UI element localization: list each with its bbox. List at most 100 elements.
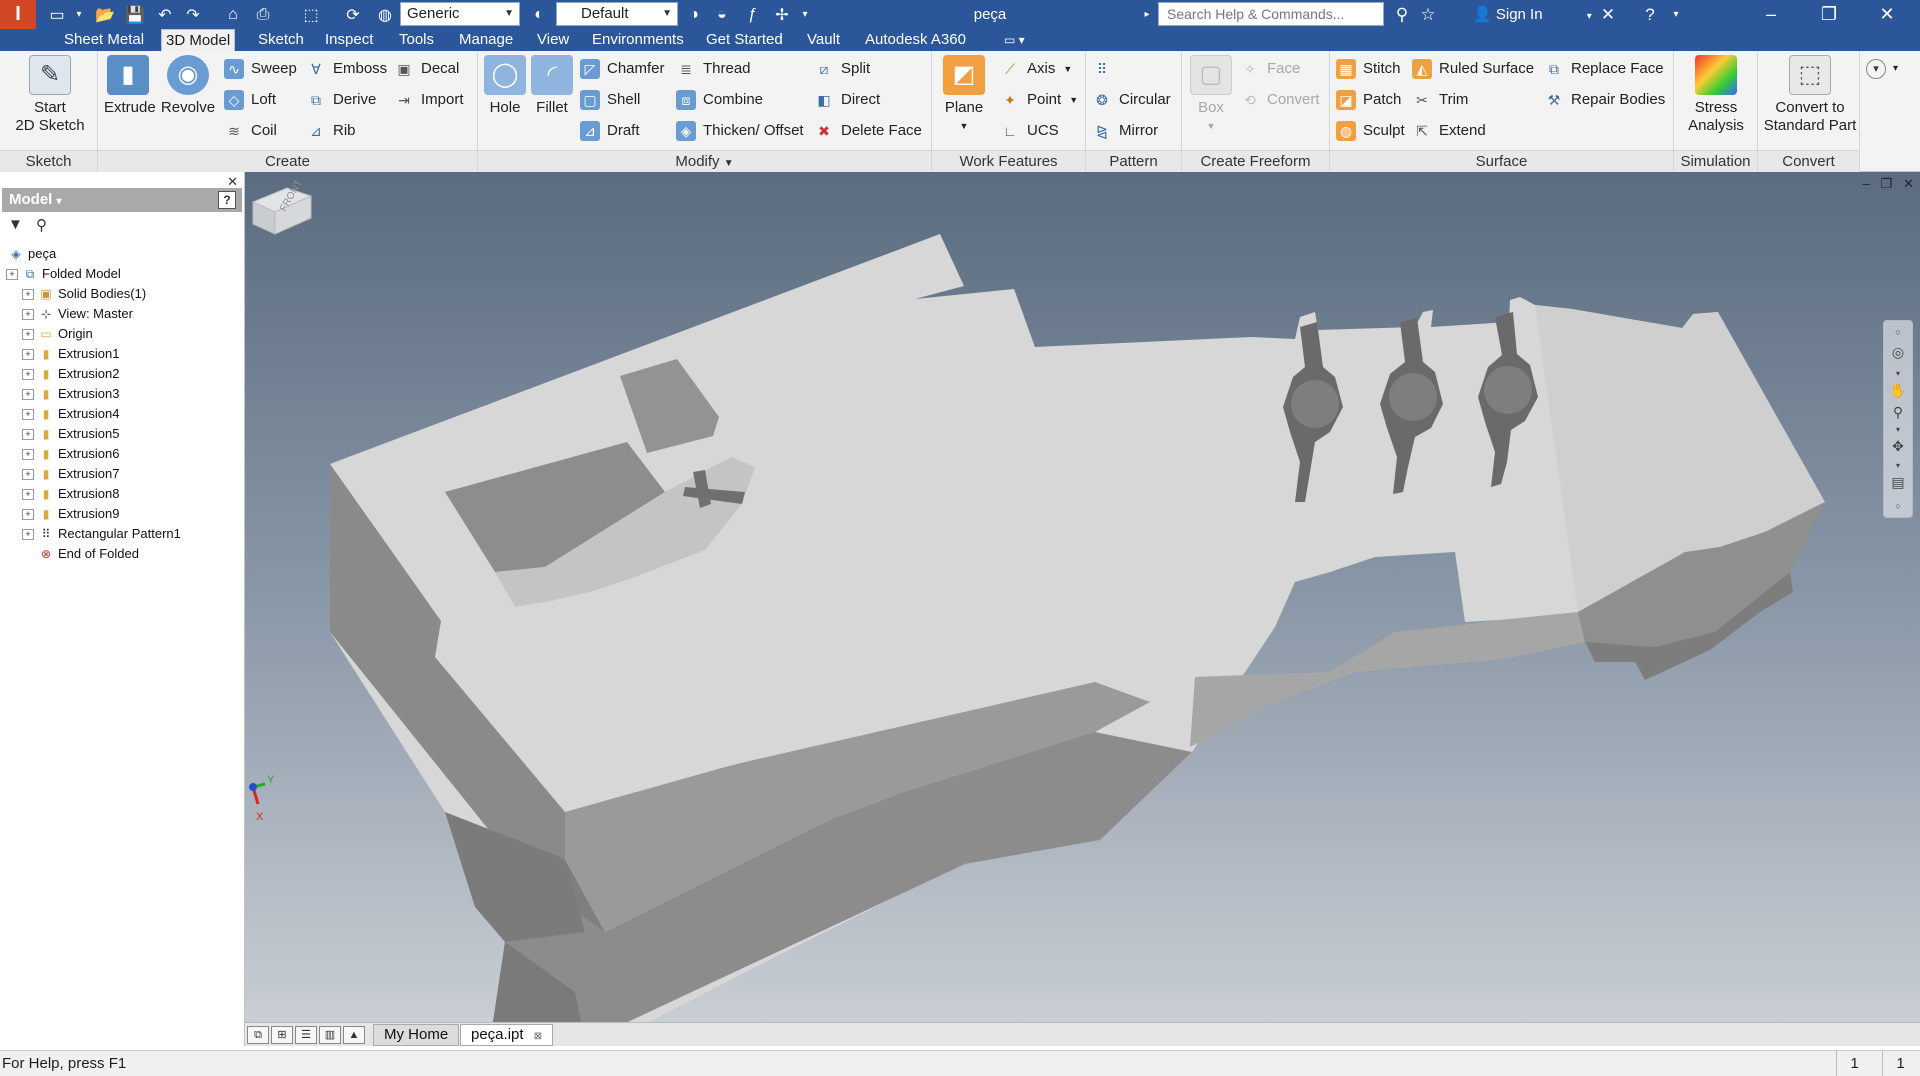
navbar-options-icon[interactable]: ○ [1889,497,1907,515]
tab-tools[interactable]: Tools [395,29,438,51]
graphics-viewport[interactable]: X Y – ❐ ✕ FRONT ○ ◎ ▾ ✋ ⚲ ▾ ✥ ▾ ▤ ○ [245,172,1920,1022]
find-binoculars-icon[interactable]: ⚲ [36,216,47,234]
search-expand-icon[interactable]: ▸ [1140,2,1154,27]
tree-expand-icon[interactable]: + [22,368,34,380]
sweep-button[interactable]: ∿ Sweep [224,57,297,81]
measure-icon[interactable]: ✢ [770,2,794,27]
trim-button[interactable]: ✂ Trim [1412,88,1468,112]
ucs-button[interactable]: ∟ UCS [1000,119,1059,143]
coil-button[interactable]: ≋ Coil [224,119,277,143]
import-button[interactable]: ⇥ Import [394,88,463,112]
tree-node[interactable]: ⊗ End of Folded [2,544,242,564]
tree-node[interactable]: + ▮ Extrusion5 [2,424,242,444]
exchange-apps-icon[interactable]: ✕ [1596,3,1620,26]
mirror-button[interactable]: ⧎ Mirror [1092,119,1158,143]
tree-expand-icon[interactable]: + [22,468,34,480]
chamfer-button[interactable]: ◸ Chamfer [580,57,665,81]
tree-node[interactable]: + ▮ Extrusion1 [2,344,242,364]
freeform-convert-button[interactable]: ⟲ Convert [1240,88,1319,112]
rectangular-pattern-button[interactable]: ⠿ [1092,57,1119,81]
customize-qat-icon[interactable]: ▾ [798,2,812,27]
tree-node[interactable]: + ⊹ View: Master [2,304,242,324]
tree-expand-icon[interactable]: + [22,308,34,320]
panel-title-modify[interactable]: Modify ▼ [478,150,931,172]
tree-node[interactable]: + ▮ Extrusion3 [2,384,242,404]
tab-3d-model[interactable]: 3D Model [161,29,236,51]
tab-environments[interactable]: Environments [588,29,688,51]
tab-my-home[interactable]: My Home [373,1024,460,1046]
tree-node[interactable]: + ▮ Extrusion4 [2,404,242,424]
material-browser-icon[interactable]: ◍ [372,2,398,27]
tree-expand-icon[interactable]: + [22,388,34,400]
tree-node[interactable]: + ▮ Extrusion2 [2,364,242,384]
shell-button[interactable]: ▢ Shell [580,88,640,112]
model-3d-view[interactable]: X Y [245,172,1920,1022]
restore-icon[interactable]: ❐ [1806,0,1852,29]
tree-expand-icon[interactable]: + [22,508,34,520]
point-button[interactable]: ✦ Point ▼ [1000,88,1078,112]
fillet-button[interactable]: ◜ Fillet [530,55,574,117]
tree-expand-icon[interactable]: + [22,288,34,300]
tree-expand-icon[interactable]: + [22,348,34,360]
cascade-windows-icon[interactable]: ⧉ [247,1026,269,1044]
tab-view[interactable]: View [533,29,573,51]
revolve-button[interactable]: ◉ Revolve [160,55,216,117]
material-select[interactable]: Generic ▼ [400,2,520,26]
thread-button[interactable]: ≣ Thread [676,57,750,81]
print-icon[interactable]: ⎙ [250,2,276,27]
plane-button[interactable]: ◩ Plane ▼ [940,55,988,135]
stitch-button[interactable]: ▦ Stitch [1336,57,1401,81]
minimize-icon[interactable]: – [1748,0,1794,29]
save-icon[interactable]: 💾 [122,2,148,27]
orbit-icon[interactable]: ✥ [1889,437,1907,455]
tab-inspect[interactable]: Inspect [321,29,377,51]
appearance-select[interactable]: Default ▼ [556,2,678,26]
new-file-icon[interactable]: ▭ [44,2,70,27]
tree-expand-icon[interactable]: + [6,268,18,280]
pan-hand-icon[interactable]: ✋ [1889,381,1907,399]
ribbon-options-button[interactable]: ▾ ▾ [1866,57,1898,81]
tree-node[interactable]: + ▮ Extrusion7 [2,464,242,484]
tree-expand-icon[interactable]: + [22,528,34,540]
tab-vault[interactable]: Vault [803,29,844,51]
tree-expand-icon[interactable]: + [22,328,34,340]
tab-list-icon[interactable]: ▲ [343,1026,365,1044]
parameters-icon[interactable]: ƒ [740,2,764,27]
tree-node[interactable]: + ▮ Extrusion9 [2,504,242,524]
ribbon-display-options-icon[interactable]: ▭ ▾ [1000,29,1029,51]
favorites-star-icon[interactable]: ☆ [1416,3,1440,26]
thicken-offset-button[interactable]: ◈ Thicken/ Offset [676,119,804,143]
draft-button[interactable]: ⊿ Draft [580,119,640,143]
tree-expand-icon[interactable]: + [22,428,34,440]
steering-wheel-icon[interactable]: ◎ [1889,343,1907,361]
doc-tab-close-icon[interactable]: ⊠ [534,1031,542,1042]
ruled-surface-button[interactable]: ◭ Ruled Surface [1412,57,1534,81]
home-icon[interactable]: ⌂ [220,2,246,27]
hole-button[interactable]: ◯ Hole [484,55,526,117]
clear-appearance-icon[interactable]: ◒ [710,2,734,27]
extend-button[interactable]: ⇱ Extend [1412,119,1486,143]
tree-node[interactable]: + ▭ Origin [2,324,242,344]
viewport-restore-icon[interactable]: ❐ [1881,176,1893,191]
axis-button[interactable]: ⟋ Axis ▼ [1000,57,1072,81]
sign-in-button[interactable]: 👤 Sign In ▾ [1473,0,1592,29]
undo-icon[interactable]: ↶ [152,2,178,27]
direct-button[interactable]: ◧ Direct [814,88,880,112]
tree-expand-icon[interactable]: + [22,448,34,460]
open-icon[interactable]: 📂 [92,2,118,27]
box-button[interactable]: ▢ Box ▼ [1188,55,1234,135]
view-face-icon[interactable]: ▤ [1889,473,1907,491]
freeform-face-button[interactable]: ✧ Face [1240,57,1300,81]
tree-node[interactable]: + ⧉ Folded Model [2,264,242,284]
sign-in-dropdown-icon[interactable]: ▾ [1587,11,1592,22]
stress-analysis-button[interactable]: Stress Analysis [1680,55,1752,135]
filter-icon[interactable]: ▼ [8,216,23,233]
close-icon[interactable]: ✕ [1864,0,1910,29]
tree-node[interactable]: + ▮ Extrusion6 [2,444,242,464]
delete-face-button[interactable]: ✖ Delete Face [814,119,922,143]
tab-get-started[interactable]: Get Started [702,29,787,51]
new-dropdown-icon[interactable]: ▾ [72,2,86,27]
decal-button[interactable]: ▣ Decal [394,57,459,81]
tree-node[interactable]: ◈ peça [2,244,242,264]
redo-icon[interactable]: ↷ [180,2,206,27]
